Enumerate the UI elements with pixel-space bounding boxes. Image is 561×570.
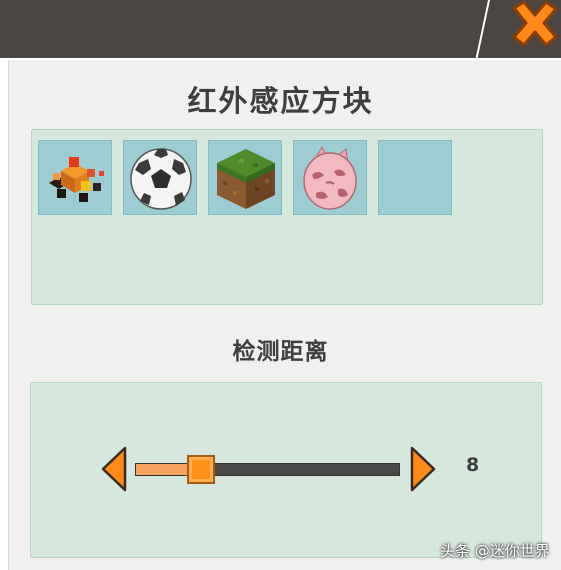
arrow-right-icon — [410, 446, 436, 492]
range-value: 8 — [466, 454, 480, 476]
pig-egg-icon — [303, 145, 357, 210]
block-slot-1[interactable] — [38, 140, 112, 215]
decrease-range-button[interactable] — [100, 445, 128, 493]
grass-block-icon — [217, 149, 275, 209]
range-slider-track[interactable] — [135, 463, 400, 476]
watermark-text: 头条 @迷你世界 — [440, 542, 550, 560]
range-slider-thumb[interactable] — [187, 455, 216, 484]
increase-range-button[interactable] — [409, 445, 437, 493]
soccer-ball-icon — [130, 148, 192, 210]
arrow-left-icon — [101, 446, 127, 492]
fire-particle-icon — [49, 157, 104, 202]
dialog-title: 红外感应方块 — [187, 84, 374, 118]
block-slot-2[interactable] — [123, 140, 197, 215]
close-x-icon — [512, 0, 558, 47]
block-slot-5-empty[interactable] — [378, 140, 452, 215]
block-slot-3[interactable] — [208, 140, 282, 215]
block-slot-4[interactable] — [293, 140, 367, 215]
detection-range-title: 检测距离 — [232, 339, 329, 365]
close-button[interactable] — [508, 0, 561, 50]
